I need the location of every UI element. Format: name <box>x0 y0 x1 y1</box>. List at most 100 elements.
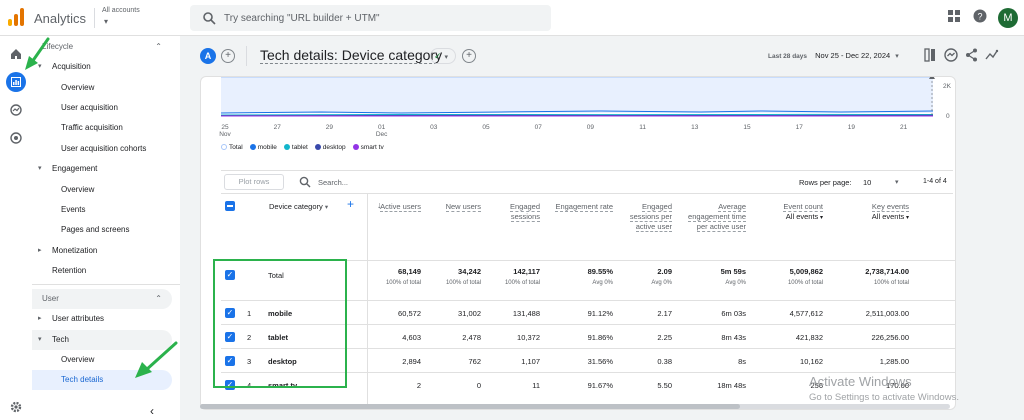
sidebar-section-user[interactable]: User ⌃ <box>32 289 172 309</box>
metric-cell: 142,117 <box>513 267 540 276</box>
x-tick-label: 19 <box>848 124 856 131</box>
legend-item[interactable]: smart tv <box>352 144 384 151</box>
account-selector-label[interactable]: All accounts <box>102 7 140 14</box>
sidebar-item-monetization[interactable]: ▸ Monetization <box>32 241 172 261</box>
share-icon[interactable] <box>965 48 978 62</box>
metric-cell: 10,372 <box>517 333 540 342</box>
pagination-label: 1-4 of 4 <box>923 178 947 185</box>
select-all-checkbox[interactable] <box>225 201 235 211</box>
sidebar-item-pages-and-screens[interactable]: Pages and screens <box>32 220 172 240</box>
compare-columns-icon[interactable] <box>924 48 936 62</box>
sidebar-section-lifecycle[interactable]: Lifecycle ⌃ <box>32 37 172 57</box>
column-header[interactable]: Engagement rate <box>551 202 613 212</box>
column-header[interactable]: Average engagement time per active user <box>676 202 746 232</box>
app-title[interactable]: Analytics <box>34 11 86 26</box>
top-app-bar: Analytics All accounts ▾ ? M <box>0 0 1024 36</box>
chevron-up-icon[interactable]: ⌃ <box>155 289 162 309</box>
rows-per-page-select[interactable]: 10 <box>863 178 871 187</box>
sidebar-item-label: Engagement <box>52 164 98 173</box>
help-icon[interactable]: ? <box>973 9 987 23</box>
metric-cell: 2.17 <box>657 309 672 318</box>
legend-label: tablet <box>291 144 308 151</box>
report-status-pill[interactable]: ✓ ▾ <box>430 48 456 64</box>
legend-item[interactable]: desktop <box>314 144 346 151</box>
account-dropdown-icon[interactable]: ▾ <box>104 17 108 26</box>
caret-right-icon: ▸ <box>38 315 42 322</box>
add-comparison-icon[interactable]: + <box>221 49 235 63</box>
legend-item[interactable]: tablet <box>283 144 308 151</box>
search-input[interactable] <box>224 9 534 27</box>
sidebar-item-label: Monetization <box>52 246 98 255</box>
sidebar-item-acquisition-overview[interactable]: Overview <box>32 78 172 98</box>
dimension-header[interactable]: Device category ▾ <box>269 202 328 213</box>
highlight-box <box>213 259 347 388</box>
sidebar-item-label: Overview <box>61 83 95 92</box>
sidebar-item-user-acquisition[interactable]: User acquisition <box>32 98 172 118</box>
table-search-input[interactable]: Search... <box>318 178 348 187</box>
caret-down-icon[interactable]: ▾ <box>895 178 899 186</box>
sidebar-item-user-acquisition-cohorts[interactable]: User acquisition cohorts <box>32 139 172 159</box>
collapse-chevron-icon[interactable]: ‹ <box>150 404 154 418</box>
sidebar-item-events[interactable]: Events <box>32 200 172 220</box>
column-header[interactable]: Event count All events ▾ <box>753 202 823 223</box>
sidebar-item-label: Pages and screens <box>61 225 130 234</box>
plot-rows-button[interactable]: Plot rows <box>224 174 284 190</box>
column-header-label: Event count <box>783 202 823 212</box>
insights-icon[interactable] <box>944 48 958 62</box>
apps-grid-icon[interactable] <box>947 9 961 23</box>
sidebar-item-label: User acquisition <box>61 103 118 112</box>
sidebar-item-label: Overview <box>61 355 95 364</box>
metric-cell: 18m 48s <box>717 381 746 390</box>
legend-item[interactable]: mobile <box>249 144 277 151</box>
event-filter-dropdown[interactable]: All events ▾ <box>829 212 909 223</box>
event-filter-dropdown[interactable]: All events ▾ <box>753 212 823 223</box>
caret-down-icon: ▾ <box>38 336 42 343</box>
column-header[interactable]: Key events All events ▾ <box>829 202 909 223</box>
metric-subtext: Avg 0% <box>725 280 746 286</box>
user-avatar[interactable]: M <box>998 8 1018 28</box>
metric-subtext: Avg 0% <box>592 280 613 286</box>
column-header[interactable]: Active users <box>367 202 421 212</box>
chevron-up-icon[interactable]: ⌃ <box>155 37 162 57</box>
search-bar[interactable] <box>190 5 551 31</box>
column-header-label: Average engagement time per active user <box>688 202 746 232</box>
sidebar-item-user-attributes[interactable]: ▸ User attributes <box>32 309 172 329</box>
sidebar-item-label: User attributes <box>52 314 105 323</box>
divider <box>246 46 247 66</box>
add-filter-icon[interactable]: + <box>462 49 476 63</box>
metric-cell: 1,107 <box>521 357 540 366</box>
column-header[interactable]: New users <box>431 202 481 212</box>
comparison-badge[interactable]: A <box>200 48 216 64</box>
x-tick-label: 07 <box>535 124 543 131</box>
explore-icon[interactable] <box>6 100 26 120</box>
sidebar-item-traffic-acquisition[interactable]: Traffic acquisition <box>32 118 172 138</box>
column-header-label: Engagement rate <box>555 202 613 212</box>
scrollbar-thumb[interactable] <box>200 404 740 409</box>
sidebar-item-retention[interactable]: Retention <box>32 261 172 281</box>
sidebar-item-engagement[interactable]: ▾ Engagement <box>32 159 172 179</box>
sidebar-item-engagement-overview[interactable]: Overview <box>32 180 172 200</box>
metric-cell: 2 <box>416 381 421 390</box>
caret-right-icon: ▸ <box>38 247 42 254</box>
horizontal-scrollbar[interactable] <box>200 404 950 409</box>
settings-gear-icon[interactable] <box>6 397 26 417</box>
advertising-icon[interactable] <box>6 128 26 148</box>
sidebar-item-label: Tech <box>52 335 69 344</box>
metric-cell: 31.56% <box>587 357 613 366</box>
column-header[interactable]: Engaged sessions <box>486 202 540 222</box>
trend-sparkle-icon[interactable] <box>985 48 999 62</box>
metric-cell: 89.55% <box>587 267 613 276</box>
column-header[interactable]: Engaged sessions per active user <box>626 202 672 232</box>
rows-per-page-label: Rows per page: <box>799 178 852 187</box>
add-dimension-icon[interactable]: + <box>347 198 354 210</box>
caret-down-icon: ▾ <box>895 53 899 60</box>
metric-cell: 5.50 <box>657 381 672 390</box>
reports-icon[interactable] <box>6 72 26 92</box>
analytics-logo[interactable] <box>8 8 26 26</box>
y-tick-label: 0 <box>946 113 950 120</box>
total-area-fill <box>221 77 933 113</box>
legend-item[interactable]: Total <box>221 144 243 151</box>
x-tick-label: 21 <box>900 124 908 131</box>
sidebar-item-acquisition[interactable]: ▾ Acquisition <box>32 57 172 77</box>
date-range-selector[interactable]: Last 28 days Nov 25 - Dec 22, 2024 ▾ <box>768 51 899 60</box>
